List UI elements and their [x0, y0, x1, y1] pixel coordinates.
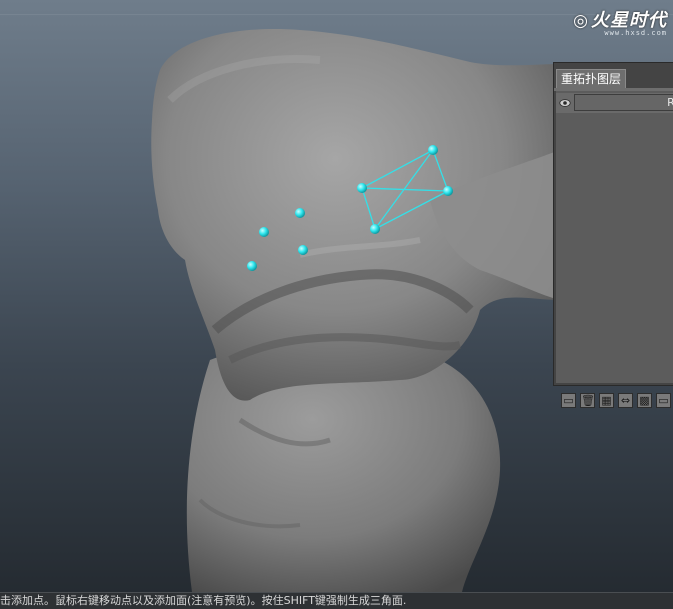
eye-icon[interactable] [559, 97, 571, 109]
more-icon[interactable]: ▭ [656, 393, 671, 408]
vertex-point [443, 186, 453, 196]
retopo-layer-panel: 重拓扑图层 Re ▭ 🗑 ▦ ⇔ ▩ ▭ [553, 62, 673, 408]
arrows-icon[interactable]: ⇔ [618, 393, 633, 408]
watermark-text: 火星时代 [591, 10, 667, 31]
vertex-point [428, 145, 438, 155]
mesh-icon[interactable]: ▩ [637, 393, 652, 408]
tab-retopo-layer[interactable]: 重拓扑图层 [556, 69, 627, 88]
vertex-point [298, 245, 308, 255]
watermark-logo: ◎ 火星时代 www.hxsd.com [573, 6, 667, 37]
vertex-point [357, 183, 367, 193]
new-layer-icon[interactable]: ▭ [561, 393, 576, 408]
trash-icon[interactable]: 🗑 [580, 393, 595, 408]
vertex-point [247, 261, 257, 271]
vertex-point [259, 227, 269, 237]
layer-row[interactable]: Re [556, 93, 673, 113]
swirl-icon: ◎ [573, 11, 589, 31]
layer-name-field[interactable]: Re [574, 94, 673, 111]
vertex-point [295, 208, 305, 218]
grid-icon[interactable]: ▦ [599, 393, 614, 408]
vertex-point [370, 224, 380, 234]
layer-list: Re ▭ 🗑 ▦ ⇔ ▩ ▭ [556, 91, 673, 408]
status-message: 击添加点。鼠标右键移动点以及添加面(注意有预览)。按住SHIFT键强制生成三角面… [0, 594, 407, 607]
panel-toolbar: ▭ 🗑 ▦ ⇔ ▩ ▭ [561, 393, 671, 409]
status-bar: 击添加点。鼠标右键移动点以及添加面(注意有预览)。按住SHIFT键强制生成三角面… [0, 592, 673, 609]
